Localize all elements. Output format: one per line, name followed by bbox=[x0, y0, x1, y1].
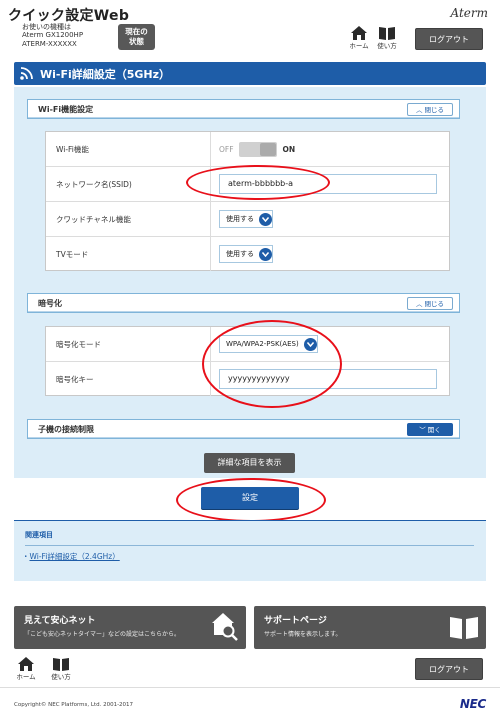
chevron-down-icon: ﹀ bbox=[419, 426, 426, 434]
collapse-label: 閉じる bbox=[424, 106, 445, 114]
chevron-down-icon bbox=[259, 247, 272, 261]
mieru-anshin-banner[interactable]: 見えて安心ネット 「こども安心ネットタイマー」などの設定はこちらから。 bbox=[14, 606, 246, 649]
brand-logo: Aterm bbox=[450, 6, 489, 20]
expand-child-limit-button[interactable]: ﹀ 開く bbox=[407, 423, 453, 436]
banner-title: 見えて安心ネット bbox=[24, 616, 96, 626]
wifi-function-label: Wi-Fi機能 bbox=[46, 132, 211, 166]
related-link-label: Wi-Fi詳細設定（2.4GHz） bbox=[29, 552, 120, 561]
section-title: Wi-Fi機能設定 bbox=[38, 105, 94, 114]
home-button[interactable]: ホーム bbox=[346, 26, 372, 50]
banner-subtitle: 「こども安心ネットタイマー」などの設定はこちらから。 bbox=[24, 631, 181, 638]
logout-button[interactable]: ログアウト bbox=[415, 28, 483, 50]
book-icon bbox=[53, 658, 69, 671]
table-row: Wi-Fi機能 OFF ON bbox=[46, 132, 449, 167]
related-link-24ghz[interactable]: ・Wi-Fi詳細設定（2.4GHz） bbox=[22, 551, 120, 562]
book-icon bbox=[450, 617, 478, 639]
footer-logout-button[interactable]: ログアウト bbox=[415, 658, 483, 680]
device-id: ATERM-XXXXXX bbox=[22, 40, 77, 48]
table-row: クワッドチャネル機能 使用する bbox=[46, 202, 449, 237]
nec-logo: NEC bbox=[459, 697, 486, 711]
quad-channel-select[interactable]: 使用する bbox=[219, 210, 273, 228]
collapse-label: 閉じる bbox=[424, 300, 445, 308]
expand-label: 開く bbox=[427, 426, 441, 434]
collapse-encryption-button[interactable]: ︿ 閉じる bbox=[407, 297, 453, 310]
wifi-function-toggle[interactable]: OFF ON bbox=[212, 132, 449, 166]
footer-home-button[interactable]: ホーム bbox=[13, 657, 39, 681]
book-icon bbox=[379, 27, 395, 40]
support-page-banner[interactable]: サポートページ サポート情報を表示します。 bbox=[254, 606, 486, 649]
status-button-line1: 現在の bbox=[125, 27, 148, 36]
table-row: TVモード 使用する bbox=[46, 237, 449, 271]
divider bbox=[0, 687, 500, 688]
encryption-key-label: 暗号化キー bbox=[46, 362, 211, 396]
section-header-wifi-function: Wi-Fi機能設定 ︿ 閉じる bbox=[27, 99, 460, 119]
section-header-encryption: 暗号化 ︿ 閉じる bbox=[27, 293, 460, 313]
quad-channel-value: 使用する bbox=[226, 215, 254, 223]
toggle-knob bbox=[259, 142, 276, 156]
related-items: 関連項目 ・Wi-Fi詳細設定（2.4GHz） bbox=[14, 520, 486, 581]
banner-title: サポートページ bbox=[264, 616, 327, 626]
device-model: Aterm GX1200HP bbox=[22, 31, 84, 39]
help-button[interactable]: 使い方 bbox=[374, 26, 400, 50]
section-title: 子機の接続制限 bbox=[38, 425, 94, 434]
wifi-icon bbox=[20, 67, 33, 80]
header: クイック設定Web お使いの機種は Aterm GX1200HP ATERM-X… bbox=[0, 0, 500, 58]
highlight-ssid bbox=[186, 165, 330, 200]
wifi-toggle-switch[interactable] bbox=[238, 141, 277, 157]
page-title-bar: Wi-Fi詳細設定（5GHz） bbox=[14, 62, 486, 85]
bullet: ・ bbox=[22, 552, 30, 561]
house-search-icon bbox=[212, 613, 238, 641]
status-button-line2: 状態 bbox=[129, 37, 144, 46]
help-label: 使い方 bbox=[377, 42, 397, 50]
related-title: 関連項目 bbox=[25, 531, 53, 539]
toggle-on-label: ON bbox=[282, 144, 296, 154]
tv-mode-label: TVモード bbox=[46, 237, 211, 271]
page-title: Wi-Fi詳細設定（5GHz） bbox=[40, 68, 171, 81]
encryption-mode-label: 暗号化モード bbox=[46, 327, 211, 361]
collapse-wifi-function-button[interactable]: ︿ 閉じる bbox=[407, 103, 453, 116]
tv-mode-value: 使用する bbox=[226, 250, 254, 258]
chevron-down-icon bbox=[259, 212, 272, 226]
current-status-button[interactable]: 現在の 状態 bbox=[118, 24, 155, 50]
chevron-up-icon: ︿ bbox=[415, 300, 423, 308]
footer-help-button[interactable]: 使い方 bbox=[48, 657, 74, 681]
quad-channel-label: クワッドチャネル機能 bbox=[46, 202, 211, 236]
toggle-off-label: OFF bbox=[219, 144, 234, 154]
highlight-encryption bbox=[202, 320, 342, 408]
home-label: ホーム bbox=[349, 42, 369, 50]
tv-mode-select[interactable]: 使用する bbox=[219, 245, 273, 263]
home-label: ホーム bbox=[16, 673, 36, 681]
section-title: 暗号化 bbox=[38, 299, 62, 308]
wifi-function-table: Wi-Fi機能 OFF ON ネットワーク名(SSID) aterm-bbbbb… bbox=[45, 131, 450, 271]
help-label: 使い方 bbox=[51, 673, 71, 681]
chevron-up-icon: ︿ bbox=[415, 106, 423, 114]
home-icon bbox=[18, 657, 34, 671]
highlight-submit bbox=[176, 478, 326, 522]
divider bbox=[25, 545, 474, 546]
banner-subtitle: サポート情報を表示します。 bbox=[264, 631, 342, 638]
show-details-button[interactable]: 詳細な項目を表示 bbox=[204, 453, 295, 473]
section-header-child-limit: 子機の接続制限 ﹀ 開く bbox=[27, 419, 460, 439]
copyright: Copyright© NEC Platforms, Ltd. 2001-2017 bbox=[14, 702, 134, 708]
home-icon bbox=[351, 26, 367, 40]
